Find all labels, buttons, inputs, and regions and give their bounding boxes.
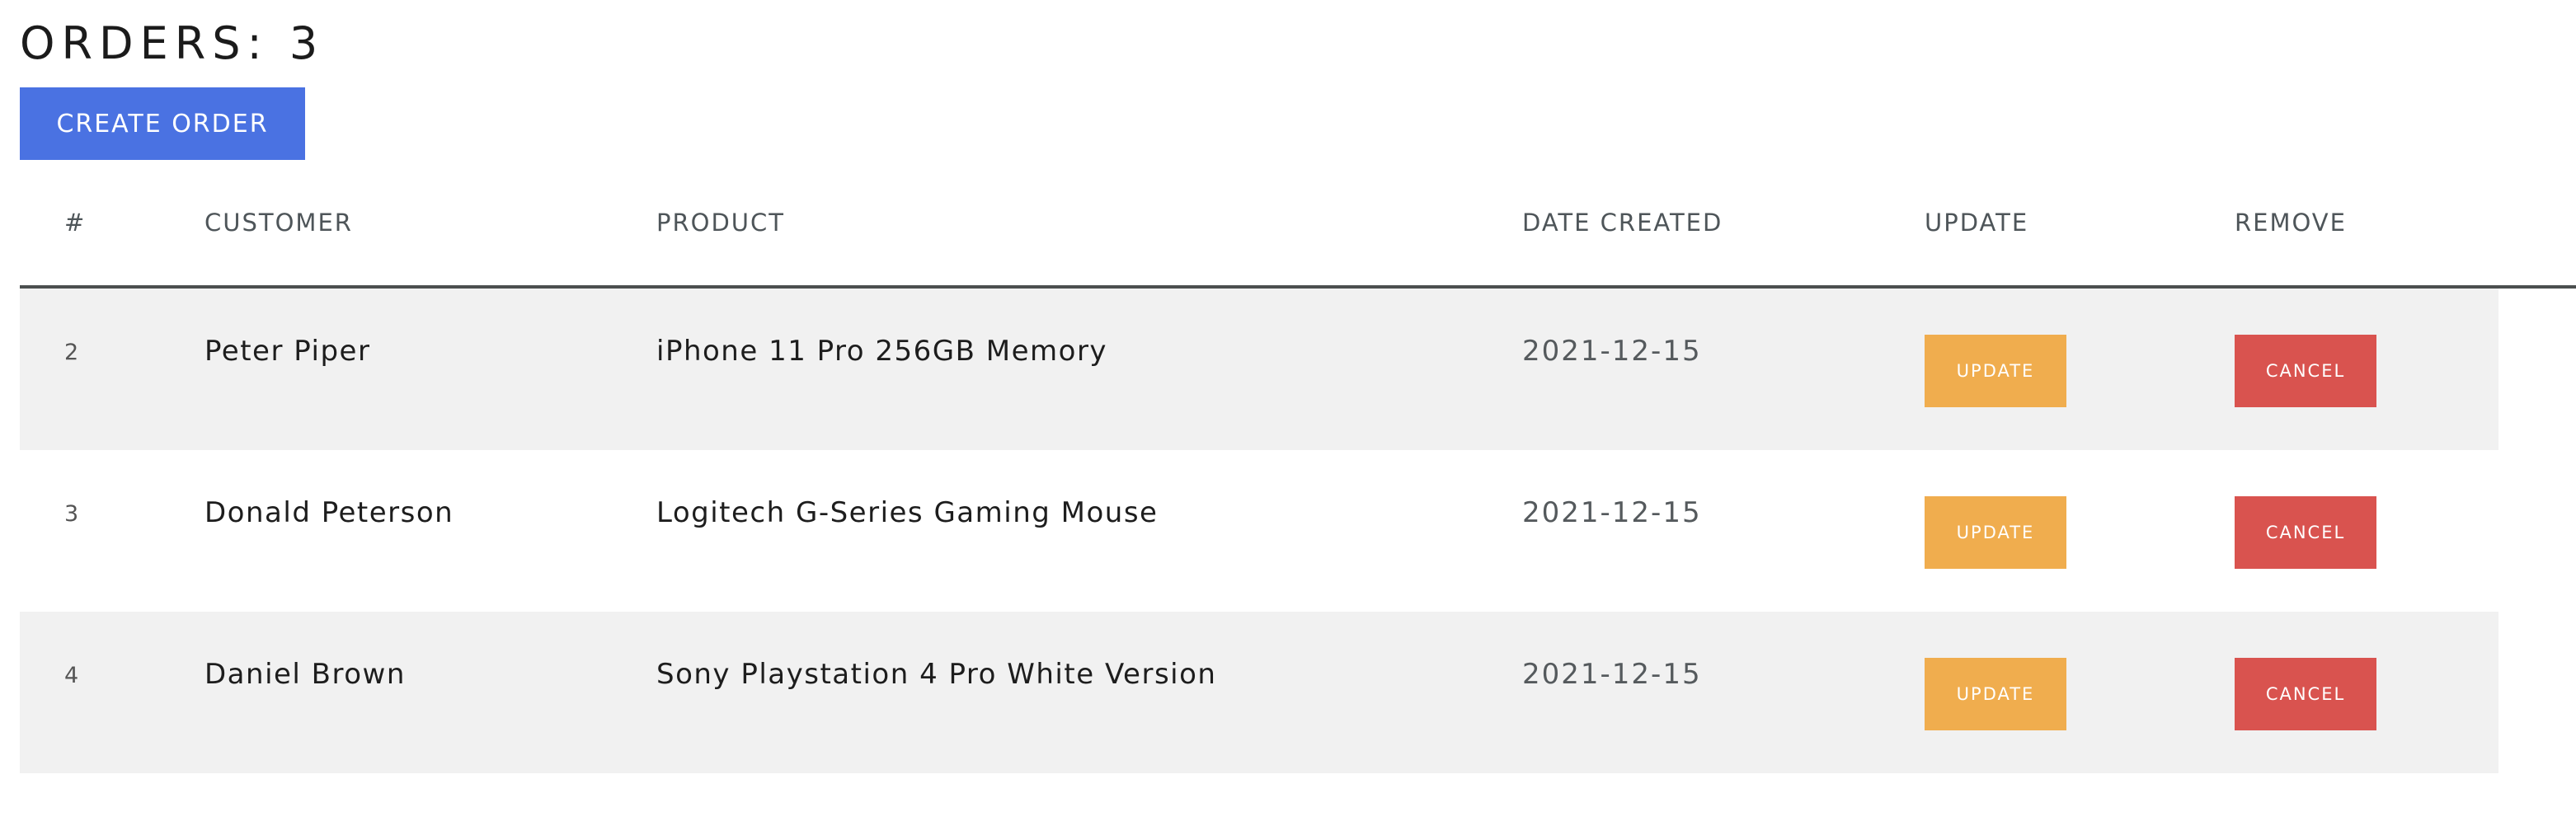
header-update: UPDATE [1925,209,2029,237]
cancel-order-button[interactable]: CANCEL [2235,496,2376,569]
header-product: PRODUCT [656,209,785,237]
order-id: 3 [64,501,79,527]
page-title-label: ORDERS: [20,17,289,69]
cancel-order-button[interactable]: CANCEL [2235,335,2376,407]
update-order-button[interactable]: UPDATE [1925,335,2066,407]
page-title: ORDERS: 3 [20,15,324,73]
header-date-created: DATE CREATED [1522,209,1723,237]
order-date-created: 2021-12-15 [1522,496,1702,529]
order-product: iPhone 11 Pro 256GB Memory [656,335,1108,368]
order-date-created: 2021-12-15 [1522,658,1702,691]
order-date-created: 2021-12-15 [1522,335,1702,368]
header-customer: CUSTOMER [204,209,353,237]
table-row: 4 Daniel Brown Sony Playstation 4 Pro Wh… [20,612,2498,773]
header-id: # [64,209,87,237]
order-id: 4 [64,663,79,688]
order-id: 2 [64,340,79,365]
table-header-row: # CUSTOMER PRODUCT DATE CREATED UPDATE R… [20,176,2576,289]
order-count: 3 [289,17,325,69]
update-order-button[interactable]: UPDATE [1925,658,2066,730]
cancel-order-button[interactable]: CANCEL [2235,658,2376,730]
orders-table: # CUSTOMER PRODUCT DATE CREATED UPDATE R… [20,176,2576,773]
create-order-button[interactable]: CREATE ORDER [20,87,305,160]
order-customer: Daniel Brown [204,658,406,691]
table-row: 2 Peter Piper iPhone 11 Pro 256GB Memory… [20,289,2498,450]
header-remove: REMOVE [2235,209,2347,237]
order-customer: Peter Piper [204,335,371,368]
order-product: Sony Playstation 4 Pro White Version [656,658,1217,691]
order-product: Logitech G-Series Gaming Mouse [656,496,1159,529]
update-order-button[interactable]: UPDATE [1925,496,2066,569]
table-row: 3 Donald Peterson Logitech G-Series Gami… [20,450,2498,612]
order-customer: Donald Peterson [204,496,454,529]
